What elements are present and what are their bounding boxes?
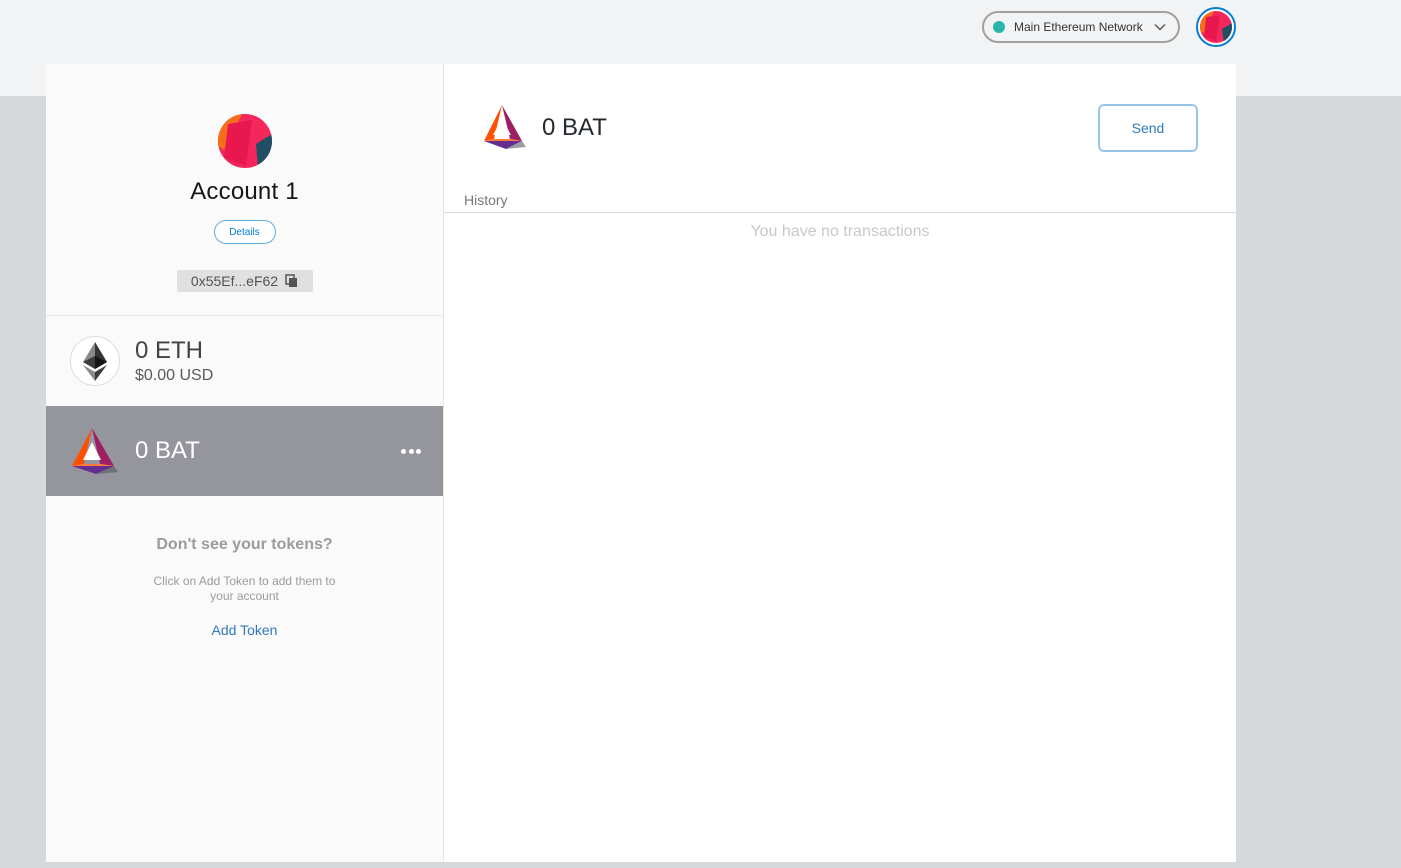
wallet-card: Account 1 Details 0x55Ef...eF62 0 ETH $0… bbox=[46, 64, 1236, 862]
main-content: 0 BAT Send History You have no transacti… bbox=[444, 64, 1236, 862]
bat-icon bbox=[482, 103, 528, 153]
account-avatar bbox=[217, 114, 272, 168]
eth-amount: 0 ETH bbox=[135, 337, 204, 364]
no-tokens-section: Don't see your tokens? Click on Add Toke… bbox=[46, 536, 443, 638]
chevron-down-icon bbox=[1154, 24, 1166, 31]
asset-amount: 0 BAT bbox=[542, 114, 607, 141]
ethereum-icon bbox=[70, 336, 120, 386]
network-dropdown[interactable]: Main Ethereum Network bbox=[982, 11, 1180, 43]
send-button[interactable]: Send bbox=[1098, 104, 1198, 152]
network-label: Main Ethereum Network bbox=[1014, 20, 1143, 34]
address-copy-button[interactable]: 0x55Ef...eF62 bbox=[176, 270, 313, 292]
eth-fiat-value: $0.00 USD bbox=[135, 367, 214, 384]
identicon-icon bbox=[1200, 11, 1232, 43]
account-address: 0x55Ef...eF62 bbox=[190, 273, 279, 289]
no-tokens-title: Don't see your tokens? bbox=[156, 536, 333, 553]
account-name: Account 1 bbox=[190, 178, 299, 205]
bat-amount: 0 BAT bbox=[135, 437, 200, 464]
token-row-bat[interactable]: 0 BAT bbox=[46, 406, 443, 496]
history-label: History bbox=[464, 192, 508, 208]
empty-transactions-message: You have no transactions bbox=[750, 223, 930, 240]
account-menu-avatar[interactable] bbox=[1196, 7, 1236, 47]
token-row-eth[interactable]: 0 ETH $0.00 USD bbox=[46, 316, 443, 406]
add-token-link[interactable]: Add Token bbox=[212, 622, 278, 638]
asset-header: 0 BAT Send bbox=[444, 64, 1236, 192]
more-horizontal-icon[interactable] bbox=[401, 444, 421, 458]
bat-icon bbox=[70, 426, 120, 476]
no-tokens-description: Click on Add Token to add them to your a… bbox=[153, 574, 336, 603]
sidebar: Account 1 Details 0x55Ef...eF62 0 ETH $0… bbox=[46, 64, 444, 862]
details-button[interactable]: Details bbox=[213, 220, 276, 244]
network-status-dot bbox=[993, 21, 1005, 33]
identicon-icon bbox=[217, 114, 272, 168]
history-divider bbox=[444, 212, 1236, 213]
account-section: Account 1 Details 0x55Ef...eF62 bbox=[46, 64, 443, 316]
copy-icon bbox=[285, 274, 298, 287]
